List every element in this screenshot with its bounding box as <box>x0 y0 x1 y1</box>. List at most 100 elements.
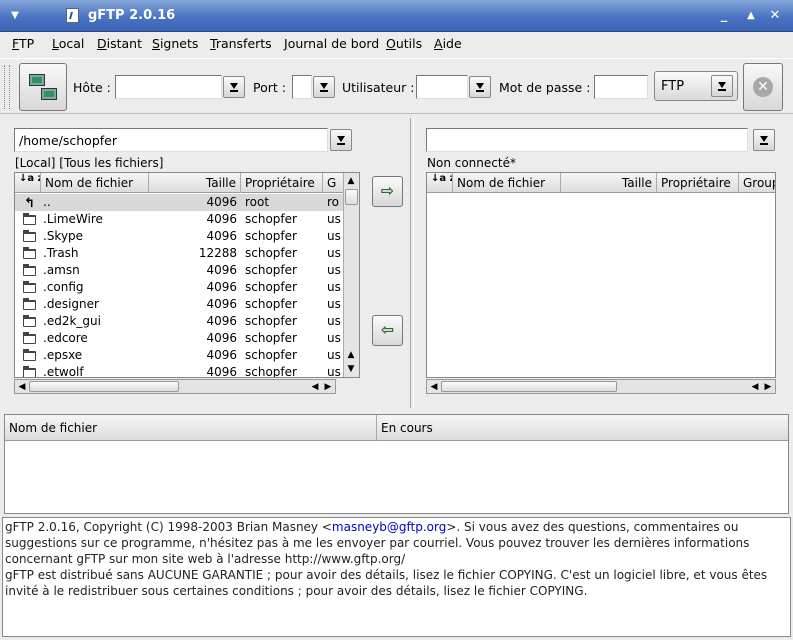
file-group: us <box>327 314 341 328</box>
user-input[interactable] <box>416 75 468 99</box>
toolbar-grip[interactable] <box>4 65 10 109</box>
port-dropdown-button[interactable] <box>313 76 335 98</box>
remote-horizontal-scrollbar[interactable]: ◀ ◀ ▶ <box>426 379 776 394</box>
port-input[interactable] <box>292 75 312 99</box>
host-label: Hôte : <box>73 80 111 95</box>
table-row[interactable]: .edcore 4096 schopfer us <box>15 330 343 347</box>
table-row[interactable]: .amsn 4096 schopfer us <box>15 262 343 279</box>
window-title: gFTP 2.0.16 <box>88 8 176 23</box>
scroll-left-icon[interactable]: ◀ <box>16 381 28 393</box>
file-group: us <box>327 246 341 260</box>
remote-file-list[interactable]: ↓a z Nom de fichier Taille Propriétaire … <box>426 172 776 378</box>
col-owner[interactable]: Propriétaire <box>657 173 739 193</box>
table-row[interactable]: .Skype 4096 schopfer us <box>15 228 343 245</box>
menu-distant[interactable]: Distant <box>97 36 142 51</box>
protocol-value: FTP <box>661 79 685 94</box>
folder-icon <box>23 332 36 344</box>
file-size: 12288 <box>198 246 237 260</box>
protocol-select[interactable]: FTP <box>654 71 738 101</box>
col-size[interactable]: Taille <box>149 173 241 193</box>
connect-button[interactable] <box>19 63 67 111</box>
pane-splitter[interactable] <box>410 118 414 408</box>
table-row[interactable]: .ed2k_gui 4096 schopfer us <box>15 313 343 330</box>
file-owner: schopfer <box>245 229 297 243</box>
scroll-thumb[interactable] <box>345 189 358 205</box>
title-bar: ▼ gFTP 2.0.16 _ ▲ ✕ <box>0 0 793 32</box>
file-size: 4096 <box>206 229 237 243</box>
menu-aide[interactable]: Aide <box>434 36 462 51</box>
table-row[interactable]: .epsxe 4096 schopfer us <box>15 347 343 364</box>
log-line: suggestions sur ce programme, n'hésitez … <box>5 536 750 550</box>
scroll-thumb[interactable] <box>29 381 179 392</box>
upload-button[interactable]: ⇨ <box>372 176 403 207</box>
col-group[interactable]: G <box>323 173 343 193</box>
host-input[interactable] <box>115 75 222 99</box>
table-row[interactable]: .LimeWire 4096 schopfer us <box>15 211 343 228</box>
stop-button[interactable]: ✕ <box>743 63 783 111</box>
file-name: .epsxe <box>43 348 83 362</box>
menu-journal[interactable]: Journal de bord <box>284 36 379 51</box>
window-menu-icon[interactable]: ▼ <box>8 9 22 23</box>
parent-directory-icon: ↰ <box>24 196 35 211</box>
col-owner[interactable]: Propriétaire <box>241 173 323 193</box>
file-owner: schopfer <box>245 212 297 226</box>
file-name: .designer <box>43 297 99 311</box>
transfer-queue[interactable]: Nom de fichier En cours <box>4 414 789 514</box>
password-input[interactable] <box>594 75 648 99</box>
folder-icon <box>23 315 36 327</box>
scroll-left-icon[interactable]: ◀ <box>428 381 440 393</box>
close-icon[interactable]: ✕ <box>767 8 783 24</box>
local-vertical-scrollbar[interactable]: ▲ ▲ ▼ <box>343 173 359 377</box>
scroll-right-icon[interactable]: ▶ <box>762 381 774 393</box>
file-size: 4096 <box>206 263 237 277</box>
local-horizontal-scrollbar[interactable]: ◀ ◀ ▶ <box>14 379 336 394</box>
col-filename[interactable]: Nom de fichier <box>453 173 561 193</box>
remote-path-dropdown-button[interactable] <box>753 129 775 151</box>
menu-outils[interactable]: Outils <box>386 36 422 51</box>
local-path-dropdown-button[interactable] <box>330 129 352 151</box>
menu-local[interactable]: Local <box>52 36 84 51</box>
log-area[interactable]: gFTP 2.0.16, Copyright (C) 1998-2003 Bri… <box>2 517 791 637</box>
queue-col-filename[interactable]: Nom de fichier <box>5 415 377 441</box>
local-file-list[interactable]: ↓a z Nom de fichier Taille Propriétaire … <box>14 172 360 378</box>
remote-path-input[interactable] <box>426 128 748 152</box>
table-row[interactable]: .config 4096 schopfer us <box>15 279 343 296</box>
minimize-icon[interactable]: _ <box>716 8 732 24</box>
col-filename[interactable]: Nom de fichier <box>41 173 149 193</box>
local-path-input[interactable]: /home/schopfer <box>14 128 328 152</box>
scroll-thumb[interactable] <box>441 381 617 392</box>
menu-transferts[interactable]: Transferts <box>210 36 272 51</box>
menu-signets[interactable]: Signets <box>152 36 198 51</box>
col-size[interactable]: Taille <box>561 173 657 193</box>
user-label: Utilisateur : <box>342 80 415 95</box>
table-row[interactable]: .designer 4096 schopfer us <box>15 296 343 313</box>
table-row[interactable]: ↰.. 4096 root ro <box>15 194 343 211</box>
file-size: 4096 <box>206 348 237 362</box>
download-button[interactable]: ⇦ <box>372 315 403 346</box>
password-label: Mot de passe : <box>499 80 591 95</box>
protocol-dropdown-button[interactable] <box>711 75 733 97</box>
queue-col-progress[interactable]: En cours <box>377 415 788 441</box>
file-owner: schopfer <box>245 297 297 311</box>
scroll-left-icon[interactable]: ◀ <box>309 381 321 393</box>
table-row[interactable]: .Trash 12288 schopfer us <box>15 245 343 262</box>
col-group[interactable]: Groupe <box>739 173 775 193</box>
local-list-header: ↓a z Nom de fichier Taille Propriétaire … <box>15 173 343 193</box>
sort-icon[interactable]: ↓a z <box>15 173 41 193</box>
scroll-down-icon[interactable]: ▼ <box>345 363 357 375</box>
scroll-right-icon[interactable]: ▶ <box>322 381 334 393</box>
gftp-app-icon <box>66 8 79 23</box>
file-size: 4096 <box>206 212 237 226</box>
host-dropdown-button[interactable] <box>223 76 245 98</box>
table-row[interactable]: .etwolf 4096 schopfer us <box>15 364 343 377</box>
sort-icon[interactable]: ↓a z <box>427 173 453 193</box>
scroll-up-icon[interactable]: ▲ <box>345 349 357 361</box>
scroll-left-icon[interactable]: ◀ <box>749 381 761 393</box>
maximize-icon[interactable]: ▲ <box>743 8 759 24</box>
port-label: Port : <box>253 80 286 95</box>
user-dropdown-button[interactable] <box>469 76 491 98</box>
author-email-link[interactable]: masneyb@gftp.org <box>332 520 446 534</box>
scroll-up-icon[interactable]: ▲ <box>345 175 357 187</box>
folder-icon <box>23 230 36 242</box>
menu-ftp[interactable]: FTP <box>12 36 34 51</box>
